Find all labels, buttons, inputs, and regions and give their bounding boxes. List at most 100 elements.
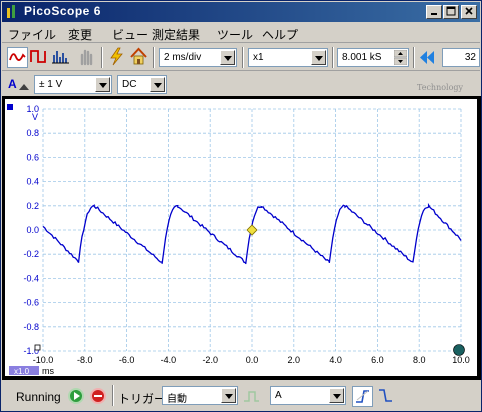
- toolbar-separator: [242, 47, 244, 68]
- x-tick-label: 8.0: [413, 355, 426, 365]
- trigger-mode-select[interactable]: 自動: [162, 386, 238, 405]
- page-number-value: 32: [464, 52, 476, 63]
- menu-help[interactable]: ヘルプ: [262, 26, 298, 43]
- scope-mode-button[interactable]: [7, 47, 28, 68]
- scope-graph[interactable]: 1.00.80.60.40.20.0-0.2-0.4-0.6-0.8-1.0 -…: [5, 99, 477, 376]
- rising-edge-button[interactable]: [352, 386, 373, 407]
- x-tick-label: -2.0: [202, 355, 218, 365]
- channel-a-indicator: [7, 104, 13, 110]
- chevron-down-icon: [315, 56, 323, 61]
- timebase-dropdown-button[interactable]: [220, 50, 235, 65]
- persistence-mode-button[interactable]: [29, 47, 50, 68]
- menu-edit[interactable]: 変更: [68, 26, 92, 43]
- x-tick-label: 6.0: [371, 355, 384, 365]
- zoom-badge-label: x1.0: [14, 367, 30, 376]
- page-number-field[interactable]: 32: [442, 48, 480, 67]
- trigger-pulse-icon: [244, 391, 259, 402]
- watermark-text: Technology: [417, 83, 464, 92]
- menu-view[interactable]: ビュー: [112, 26, 148, 43]
- minimize-button[interactable]: [426, 5, 442, 19]
- x-tick-label: -4.0: [161, 355, 177, 365]
- trigger-source-value: A: [275, 390, 282, 401]
- x-axis-ticks: -10.0 -8.0 -6.0 -4.0 -2.0 0.0 2.0 4.0 6.0 8.0 10.0: [33, 355, 470, 365]
- trigger-source-dropdown-button[interactable]: [329, 388, 344, 403]
- scope-view[interactable]: 1.0 0.8 0.6 0.4 0.2 0.0 -0.2 -0.4 -0.6 -0.8 -1.0 -…: [2, 96, 481, 380]
- toolbar-separator: [413, 47, 415, 68]
- menu-file[interactable]: ファイル: [8, 26, 56, 43]
- zoom-value: x1: [253, 52, 264, 63]
- spectrum-mode-button[interactable]: [51, 47, 72, 68]
- rising-edge-icon: [356, 390, 369, 403]
- play-icon: [74, 392, 80, 400]
- chevron-down-icon: [224, 56, 232, 61]
- timebase-value: 2 ms/div: [164, 52, 202, 63]
- x-tick-label: 0.0: [246, 355, 259, 365]
- y-tick-label: -0.4: [23, 273, 39, 283]
- toolbar-separator: [153, 47, 155, 68]
- stop-icon: [94, 395, 102, 397]
- spectrum-bars-icon: [52, 51, 69, 64]
- signal-generator-button[interactable]: [107, 47, 128, 68]
- trigger-source-select[interactable]: A: [270, 386, 346, 405]
- channel-toolbar: A ± 1 V DC: [2, 72, 480, 96]
- y-unit-label: V: [32, 112, 38, 122]
- lightning-icon: [110, 47, 123, 66]
- samples-value: 8.001 kS: [342, 52, 382, 63]
- y-tick-label: 0.4: [26, 177, 39, 187]
- range-dropdown-button[interactable]: [95, 77, 110, 92]
- square-wave-icon: [30, 50, 46, 63]
- y-tick-label: -0.8: [23, 322, 39, 332]
- y-tick-label: 0.0: [26, 225, 39, 235]
- status-bar: Running トリガー 自動 A: [2, 382, 480, 410]
- samples-spin-buttons[interactable]: [393, 49, 408, 66]
- channel-options-icon[interactable]: [19, 84, 29, 90]
- coupling-dropdown-button[interactable]: [150, 77, 165, 92]
- zoom-dropdown-button[interactable]: [311, 50, 326, 65]
- x-tick-label: -10.0: [33, 355, 54, 365]
- y-tick-label: 0.8: [26, 128, 39, 138]
- origin-ruler-handle[interactable]: [34, 344, 41, 351]
- time-ruler-handle[interactable]: [453, 344, 465, 356]
- zoom-select[interactable]: x1: [248, 48, 328, 67]
- range-value: ± 1 V: [39, 79, 63, 90]
- x-tick-label: 2.0: [288, 355, 301, 365]
- trigger-label: トリガー: [118, 392, 167, 406]
- title-bar[interactable]: PicoScope 6: [2, 2, 480, 22]
- app-window: PicoScope 6 ファイル 変更 ビュー 測定結果 ツール ヘルプ 2 m…: [0, 0, 482, 412]
- window-title: PicoScope 6: [24, 4, 101, 18]
- samples-spinner[interactable]: 8.001 kS: [337, 48, 409, 67]
- range-select[interactable]: ± 1 V: [34, 75, 112, 94]
- x-tick-label: 10.0: [452, 355, 470, 365]
- close-button[interactable]: [461, 5, 477, 19]
- x-tick-label: -6.0: [119, 355, 135, 365]
- trigger-marker[interactable]: [246, 224, 258, 236]
- menu-measurements[interactable]: 測定結果: [152, 26, 200, 43]
- x-tick-label: -8.0: [77, 355, 93, 365]
- close-icon: [465, 7, 473, 15]
- coupling-select[interactable]: DC: [117, 75, 167, 94]
- trigger-mode-dropdown-button[interactable]: [221, 388, 236, 403]
- start-button[interactable]: [68, 388, 84, 404]
- maximize-icon: [446, 6, 456, 16]
- advanced-trigger-button[interactable]: [242, 387, 263, 408]
- menu-tools[interactable]: ツール: [217, 26, 253, 43]
- probe-button[interactable]: [77, 47, 98, 68]
- chevron-down-icon: [99, 83, 107, 88]
- chevron-down-icon: [154, 83, 162, 88]
- first-page-button[interactable]: [418, 48, 439, 69]
- timebase-select[interactable]: 2 ms/div: [159, 48, 237, 67]
- chevron-down-icon: [333, 394, 341, 399]
- channel-label[interactable]: A: [8, 77, 17, 91]
- y-tick-label: 0.2: [26, 201, 39, 211]
- x-unit-label: ms: [42, 366, 54, 376]
- stop-button[interactable]: [90, 388, 106, 404]
- scope-wave-icon: [9, 53, 26, 61]
- picoscope-app-icon: [7, 5, 15, 18]
- menu-bar: ファイル 変更 ビュー 測定結果 ツール ヘルプ: [2, 23, 480, 43]
- home-button[interactable]: [129, 47, 150, 68]
- falling-edge-button[interactable]: [376, 386, 397, 407]
- toolbar-separator: [101, 47, 103, 68]
- run-status-label: Running: [16, 390, 61, 404]
- maximize-button[interactable]: [443, 5, 459, 19]
- y-axis-ticks: 1.00.80.60.40.20.0-0.2-0.4-0.6-0.8-1.0: [23, 104, 39, 356]
